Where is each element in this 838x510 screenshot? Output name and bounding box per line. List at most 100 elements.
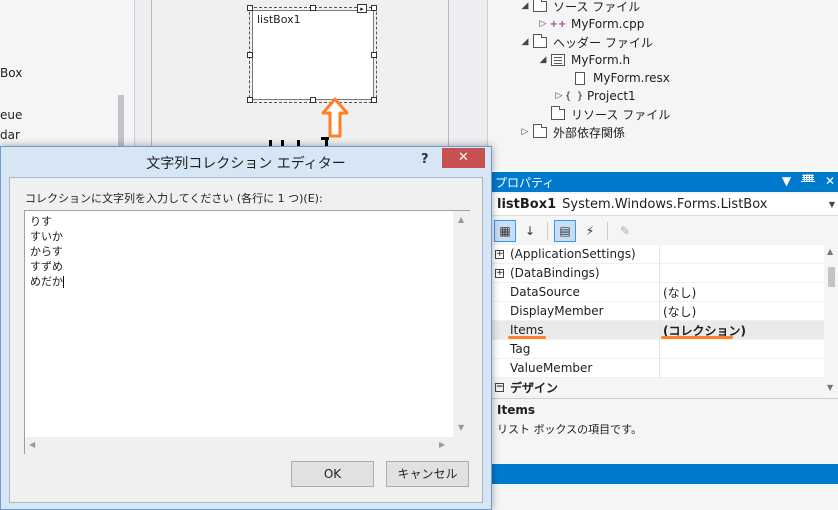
expand-icon[interactable]: ◢ <box>518 37 532 47</box>
tree-item-label: 外部依存関係 <box>553 125 626 140</box>
form-surface[interactable]: listBox1 ▸ <box>151 0 449 150</box>
property-row[interactable]: Tag <box>491 340 824 359</box>
string-collection-editor-dialog: 文字列コレクション エディター ? ✕ コレクションに文字列を入力してください … <box>0 146 492 510</box>
tree-item-label: ソース ファイル <box>553 0 641 14</box>
resize-handle[interactable] <box>247 52 253 58</box>
dropdown-icon[interactable]: ▼ <box>782 174 791 188</box>
scroll-up-icon[interactable]: ▲ <box>827 247 833 256</box>
tree-item-project1[interactable]: ▷ { } Project1 <box>552 87 636 105</box>
property-row[interactable]: DisplayMember (なし) <box>491 302 824 321</box>
toolbox-item[interactable]: Box <box>0 66 22 80</box>
property-row[interactable]: DataSource (なし) <box>491 283 824 302</box>
toolbox-scrollbar[interactable] <box>118 95 124 150</box>
expand-icon[interactable]: + <box>495 268 504 278</box>
toolbox-item[interactable]: dar <box>0 128 20 142</box>
dependencies-icon <box>532 123 548 139</box>
property-name: DataSource <box>510 285 580 299</box>
tree-item-myform-cpp[interactable]: ▷ ++ MyForm.cpp <box>536 15 645 33</box>
ok-button[interactable]: OK <box>291 461 374 487</box>
scroll-left-icon[interactable]: ◀ <box>29 440 35 449</box>
collapse-icon[interactable]: ▷ <box>518 127 532 137</box>
text-line: すずめ <box>30 260 63 273</box>
scroll-right-icon[interactable]: ▶ <box>439 440 445 449</box>
properties-toolbar: ▦ ↓ ▤ ⚡ ✎ <box>491 218 838 244</box>
events-icon[interactable]: ⚡ <box>579 220 601 242</box>
tree-item-myform-h[interactable]: ◢ MyForm.h <box>536 51 631 69</box>
collapse-icon[interactable]: − <box>495 382 504 392</box>
properties-icon[interactable]: ▤ <box>554 220 576 242</box>
property-row[interactable]: + (ApplicationSettings) <box>491 245 824 264</box>
resize-handle[interactable] <box>371 5 377 11</box>
tree-item-resource-files[interactable]: リソース ファイル <box>536 105 670 123</box>
tree-item-label: MyForm.h <box>571 53 631 67</box>
close-button[interactable]: ✕ <box>442 148 485 168</box>
listbox-label: listBox1 <box>257 13 301 26</box>
resize-handle[interactable] <box>371 52 377 58</box>
property-value[interactable]: (なし) <box>663 303 696 320</box>
chevron-down-icon[interactable]: ▼ <box>829 200 835 209</box>
cancel-button[interactable]: キャンセル <box>386 461 469 487</box>
property-name: (ApplicationSettings) <box>510 247 636 261</box>
expand-icon[interactable]: ◢ <box>536 55 550 65</box>
folder-icon <box>550 105 566 121</box>
solution-explorer: ◢ ソース ファイル ▷ ++ MyForm.cpp ◢ ヘッダー ファイル ◢… <box>487 0 838 170</box>
textarea-vertical-scrollbar[interactable]: ▲ ▼ <box>453 211 470 437</box>
help-button[interactable]: ? <box>421 152 429 167</box>
tree-item-header-files[interactable]: ◢ ヘッダー ファイル <box>518 33 653 51</box>
tree-item-label: MyForm.resx <box>593 71 670 85</box>
scroll-thumb[interactable] <box>828 267 835 287</box>
form-designer: listBox1 ▸ <box>135 0 487 150</box>
description-pane: Items リスト ボックスの項目です。 <box>491 398 838 460</box>
expand-icon[interactable]: + <box>495 249 504 259</box>
properties-titlebar[interactable]: プロパティ ▼ ᚙ ✕ <box>491 172 838 192</box>
folder-icon <box>532 0 548 13</box>
dialog-titlebar[interactable]: 文字列コレクション エディター ? ✕ <box>1 147 491 177</box>
tree-item-source-files[interactable]: ◢ ソース ファイル <box>518 0 640 15</box>
resize-handle[interactable] <box>371 97 377 103</box>
resize-handle[interactable] <box>247 97 253 103</box>
property-row[interactable]: ValueMember <box>491 359 824 378</box>
properties-scrollbar[interactable]: ▲ ▼ <box>824 245 838 395</box>
pin-icon[interactable]: ᚙ <box>801 174 815 188</box>
collapse-icon[interactable]: ▷ <box>536 19 550 29</box>
collapse-icon[interactable]: ▷ <box>552 91 566 101</box>
toolbox-panel: Box eue dar <box>0 0 135 150</box>
property-row-items[interactable]: Items (コレクション) <box>491 321 824 340</box>
properties-title: プロパティ <box>495 175 555 190</box>
namespace-icon: { } <box>564 90 584 102</box>
highlight-underline <box>661 336 733 339</box>
object-selector[interactable]: listBox1 System.Windows.Forms.ListBox ▼ <box>491 194 838 216</box>
dialog-title: 文字列コレクション エディター <box>146 156 346 172</box>
description-title: Items <box>497 403 535 417</box>
property-name: (DataBindings) <box>510 266 600 280</box>
resize-handle[interactable] <box>310 97 316 103</box>
property-pages-icon[interactable]: ✎ <box>614 220 636 242</box>
resize-handle[interactable] <box>310 5 316 11</box>
tree-item-myform-resx[interactable]: MyForm.resx <box>558 69 670 87</box>
scroll-down-icon[interactable]: ▼ <box>458 423 464 432</box>
cpp-file-icon: ++ <box>549 18 567 30</box>
close-icon[interactable]: ✕ <box>825 174 835 188</box>
toolbox-item[interactable]: eue <box>0 108 22 122</box>
object-type: System.Windows.Forms.ListBox <box>562 197 768 212</box>
textarea-horizontal-scrollbar[interactable]: ◀ ▶ <box>25 437 453 454</box>
property-value[interactable]: (なし) <box>663 284 696 301</box>
categorized-icon[interactable]: ▦ <box>494 220 516 242</box>
property-name: Tag <box>510 342 531 356</box>
scroll-down-icon[interactable]: ▼ <box>827 383 833 392</box>
resize-handle[interactable] <box>247 5 253 11</box>
expand-icon[interactable]: ◢ <box>518 1 532 11</box>
strings-textarea[interactable]: りす すいか からす すずめ めだか ▲ ▼ ◀ ▶ <box>24 210 470 454</box>
category-row[interactable]: − デザイン <box>491 378 824 397</box>
listbox-control[interactable]: listBox1 <box>252 10 374 100</box>
category-name: デザイン <box>510 380 559 395</box>
scroll-up-icon[interactable]: ▲ <box>458 215 464 224</box>
property-name: DisplayMember <box>510 304 604 318</box>
alphabetical-icon[interactable]: ↓ <box>519 220 541 242</box>
property-name: Items <box>510 323 544 337</box>
tree-item-external-deps[interactable]: ▷ 外部依存関係 <box>518 123 625 141</box>
text-line: からす <box>30 245 63 258</box>
text-line-last: めだか <box>30 275 64 288</box>
smart-tag-icon[interactable]: ▸ <box>357 4 367 13</box>
property-row[interactable]: + (DataBindings) <box>491 264 824 283</box>
